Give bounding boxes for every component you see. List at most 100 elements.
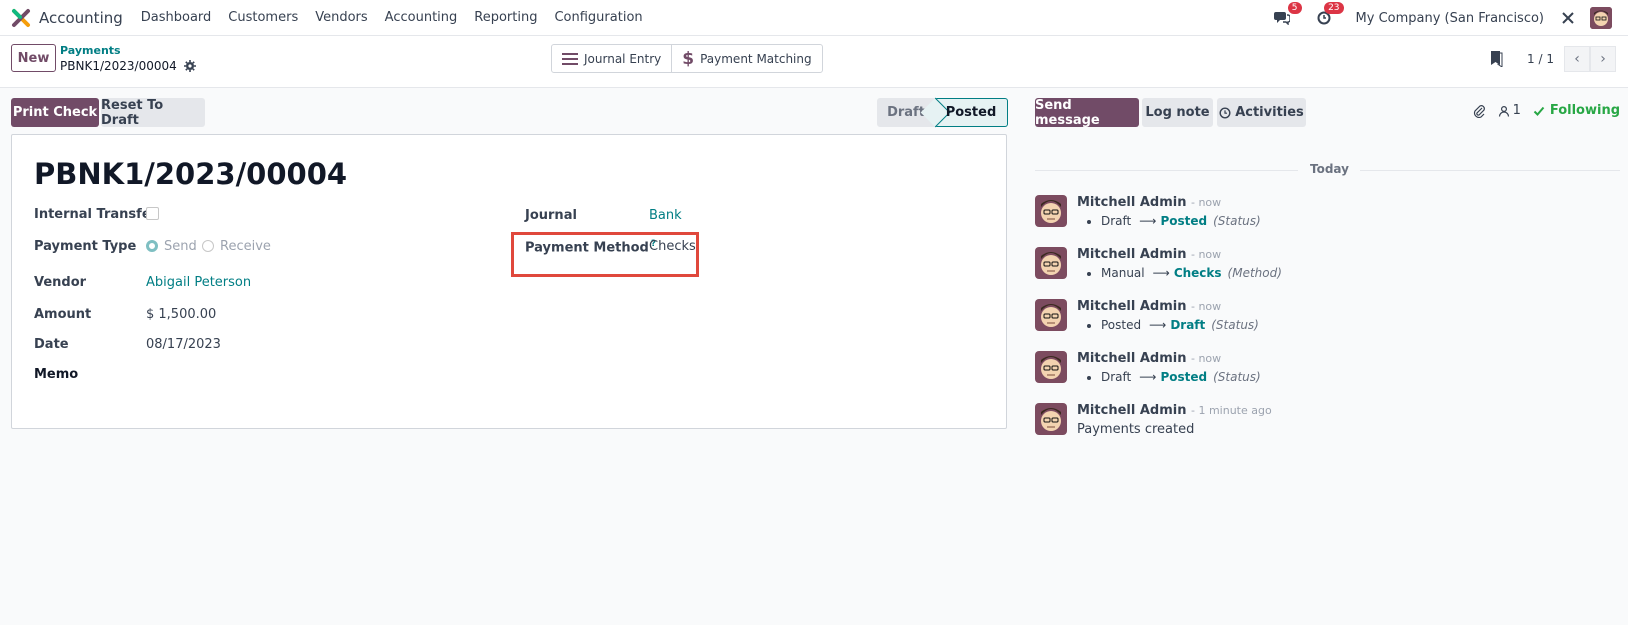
journal-link[interactable]: Bank xyxy=(649,208,682,223)
control-panel: New Payments PBNK1/2023/00004 Journal En… xyxy=(0,36,1628,88)
smart-buttons: Journal Entry $ Payment Matching xyxy=(551,44,823,73)
message-author: Mitchell Admin - now xyxy=(1077,351,1221,366)
breadcrumb-payments[interactable]: Payments xyxy=(60,44,121,57)
menu-vendors[interactable]: Vendors xyxy=(315,10,367,25)
paperclip-icon[interactable] xyxy=(1472,104,1486,118)
message-time: - 1 minute ago xyxy=(1190,404,1272,417)
message-body: Payments created xyxy=(1077,422,1195,437)
reset-to-draft-button[interactable]: Reset To Draft xyxy=(101,98,205,128)
author-name[interactable]: Mitchell Admin xyxy=(1077,195,1186,210)
chatter-message: Mitchell Admin - now Manual ⟶ Checks (Metho… xyxy=(1035,247,1620,293)
form-sheet: PBNK1/2023/00004 Internal Transfer Payme… xyxy=(11,134,1007,429)
breadcrumb-current-label: PBNK1/2023/00004 xyxy=(60,59,177,73)
menu-customers[interactable]: Customers xyxy=(228,10,298,25)
accounting-app-icon[interactable] xyxy=(11,8,31,28)
activities-clock-icon[interactable]: 23 xyxy=(1314,2,1344,28)
new-button[interactable]: New xyxy=(11,44,56,72)
tracked-field: (Method) xyxy=(1227,266,1282,280)
date-value: 08/17/2023 xyxy=(146,337,221,352)
author-name[interactable]: Mitchell Admin xyxy=(1077,403,1186,418)
message-time: - now xyxy=(1190,248,1222,261)
chatter-message: Mitchell Admin - now Draft ⟶ Posted (Status… xyxy=(1035,195,1620,241)
old-value: Draft xyxy=(1101,370,1132,384)
author-avatar[interactable] xyxy=(1035,247,1067,279)
log-note-button[interactable]: Log note xyxy=(1142,98,1213,127)
tracking-line: Manual ⟶ Checks (Method) xyxy=(1087,266,1282,280)
status-posted[interactable]: Posted xyxy=(935,98,1008,127)
payment-type-label: Payment Type xyxy=(34,239,137,254)
author-name[interactable]: Mitchell Admin xyxy=(1077,247,1186,262)
app-name[interactable]: Accounting xyxy=(39,9,123,27)
chevron-right-icon: › xyxy=(1600,51,1606,67)
tracking-line: Draft ⟶ Posted (Status) xyxy=(1087,214,1261,228)
payment-type-send-radio[interactable] xyxy=(146,240,158,252)
old-value: Manual xyxy=(1101,266,1145,280)
payment-method-value[interactable]: Checks xyxy=(649,239,696,254)
chevron-left-icon: ‹ xyxy=(1574,51,1580,67)
send-message-button[interactable]: Send message xyxy=(1035,98,1139,128)
author-avatar[interactable] xyxy=(1035,195,1067,227)
date-label: Date xyxy=(34,337,69,352)
message-time: - now xyxy=(1190,300,1222,313)
messages-icon[interactable]: 5 xyxy=(1272,2,1302,28)
chatter-message: Mitchell Admin - now Draft ⟶ Posted (Status… xyxy=(1035,351,1620,397)
activities-label: Activities xyxy=(1235,105,1304,120)
tracking-line: Draft ⟶ Posted (Status) xyxy=(1087,370,1261,384)
payment-type-receive-radio[interactable] xyxy=(202,240,214,252)
activities-button[interactable]: Activities xyxy=(1217,98,1306,127)
journal-entry-button[interactable]: Journal Entry xyxy=(552,45,671,72)
top-navbar: Accounting Dashboard Customers Vendors A… xyxy=(0,0,1628,36)
message-author: Mitchell Admin - now xyxy=(1077,195,1221,210)
messages-badge: 5 xyxy=(1287,2,1302,14)
author-name[interactable]: Mitchell Admin xyxy=(1077,299,1186,314)
menu-dashboard[interactable]: Dashboard xyxy=(141,10,212,25)
arrow-right-icon: ⟶ xyxy=(1149,318,1167,332)
gear-icon[interactable] xyxy=(183,60,196,72)
new-value: Checks xyxy=(1173,266,1222,280)
vendor-link[interactable]: Abigail Peterson xyxy=(146,275,251,290)
message-author: Mitchell Admin - now xyxy=(1077,299,1221,314)
user-avatar[interactable] xyxy=(1590,7,1612,29)
amount-label: Amount xyxy=(34,307,92,322)
vendor-label: Vendor xyxy=(34,275,87,290)
menu-accounting[interactable]: Accounting xyxy=(385,10,458,25)
new-value: Draft xyxy=(1170,318,1206,332)
payment-matching-label: Payment Matching xyxy=(700,51,812,66)
payment-method-label-text: Payment Method xyxy=(525,240,649,256)
follower-icon[interactable] xyxy=(1498,105,1510,117)
pager-previous-button[interactable]: ‹ xyxy=(1564,46,1590,72)
message-time: - now xyxy=(1190,352,1222,365)
debug-tools-icon[interactable] xyxy=(1558,8,1578,28)
message-time: - now xyxy=(1190,196,1222,209)
followers-count[interactable]: 1 xyxy=(1513,103,1521,118)
pager-value[interactable]: 1 / 1 xyxy=(1527,52,1554,66)
author-name[interactable]: Mitchell Admin xyxy=(1077,351,1186,366)
old-value: Posted xyxy=(1101,318,1142,332)
tracked-field: (Status) xyxy=(1211,318,1259,332)
activities-badge: 23 xyxy=(1324,2,1344,14)
following-button[interactable]: Following xyxy=(1533,103,1620,118)
arrow-right-icon: ⟶ xyxy=(1139,370,1157,384)
status-bar: Draft Posted xyxy=(877,98,1008,127)
author-avatar[interactable] xyxy=(1035,351,1067,383)
tracked-field: (Status) xyxy=(1213,214,1261,228)
tracked-field: (Status) xyxy=(1213,370,1261,384)
internal-transfer-label: Internal Transfer xyxy=(34,207,158,222)
internal-transfer-checkbox[interactable] xyxy=(146,207,159,220)
payment-matching-button[interactable]: $ Payment Matching xyxy=(671,45,821,72)
chatter-message: Mitchell Admin - 1 minute ago Payments c… xyxy=(1035,403,1620,449)
print-check-button[interactable]: Print Check xyxy=(11,98,99,127)
author-avatar[interactable] xyxy=(1035,299,1067,331)
checkmark-icon xyxy=(1533,106,1545,116)
menu-configuration[interactable]: Configuration xyxy=(554,10,642,25)
menu-reporting[interactable]: Reporting xyxy=(474,10,537,25)
author-avatar[interactable] xyxy=(1035,403,1067,435)
list-icon xyxy=(562,52,578,65)
pager-next-button[interactable]: › xyxy=(1590,46,1616,72)
bookmark-icon[interactable] xyxy=(1489,51,1503,67)
company-switcher[interactable]: My Company (San Francisco) xyxy=(1356,11,1544,26)
arrow-right-icon: ⟶ xyxy=(1139,214,1157,228)
clock-icon xyxy=(1219,106,1231,119)
following-label: Following xyxy=(1549,103,1620,118)
pager: 1 / 1 ‹ › xyxy=(1489,46,1616,72)
